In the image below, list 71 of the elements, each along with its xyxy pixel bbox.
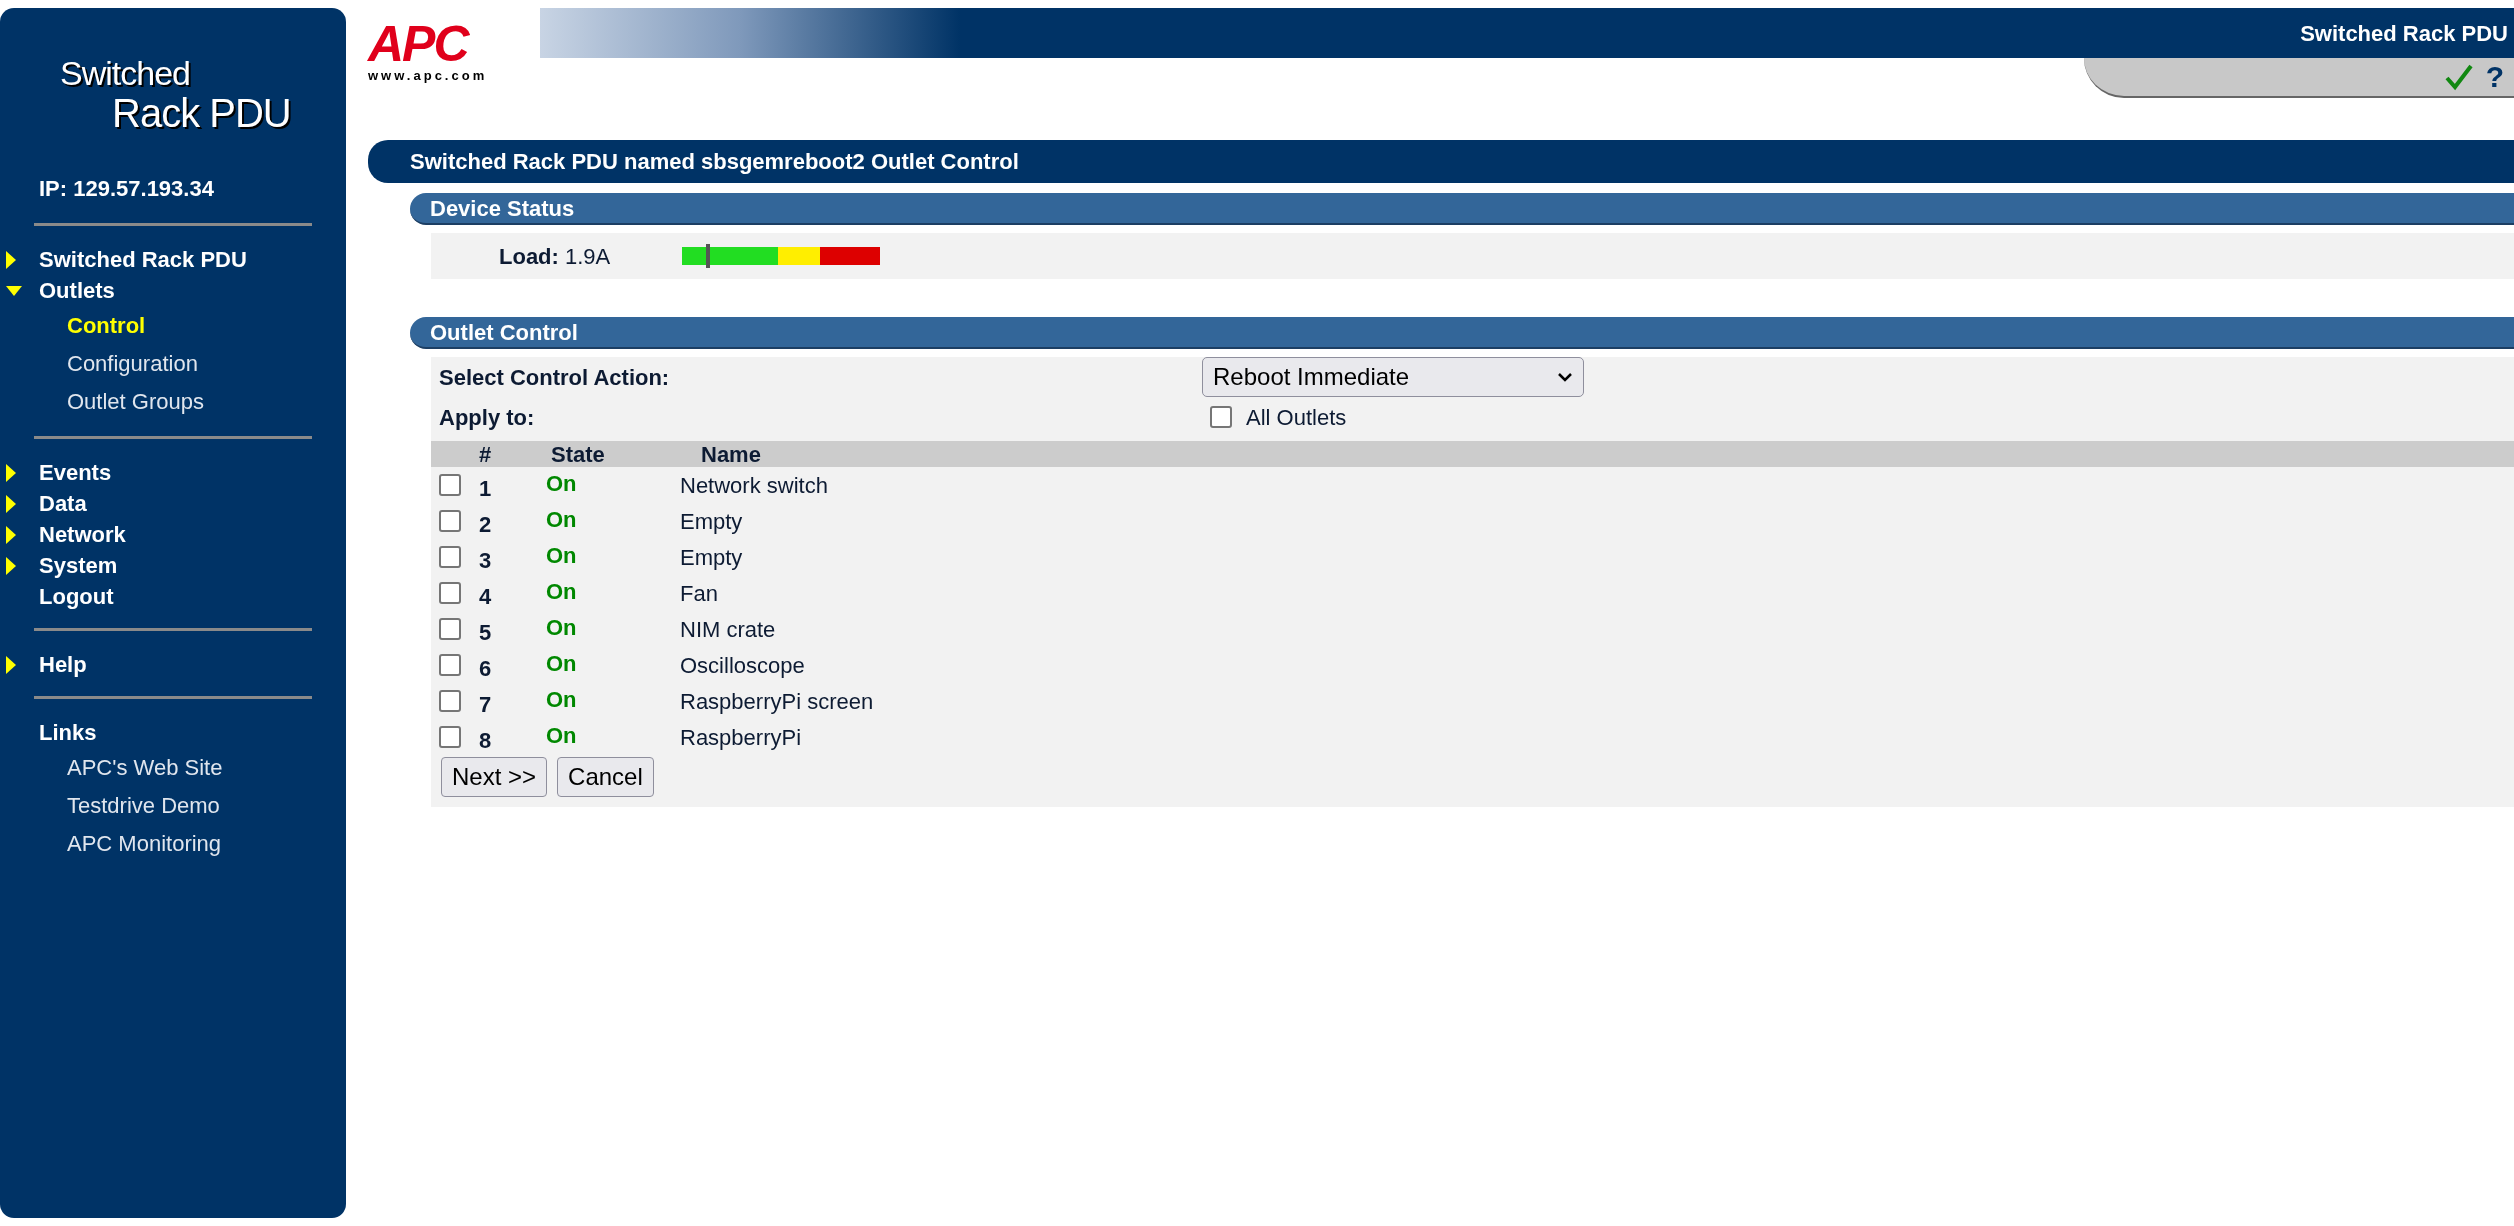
- logo-text: Switched: [60, 54, 191, 92]
- field-label: Select Control Action:: [439, 363, 671, 392]
- outlet-state: On: [546, 469, 578, 498]
- sidebar-submenu-item[interactable]: Testdrive Demo: [67, 786, 346, 824]
- checkbox[interactable]: [439, 546, 461, 568]
- page-title: Switched Rack PDU named sbsgemreboot2 Outlet Control: [410, 148, 1019, 176]
- outlet-number: 5: [478, 618, 493, 647]
- checkbox[interactable]: [439, 618, 461, 640]
- outlet-name: Empty: [680, 543, 743, 572]
- chevron-down-icon: [1557, 372, 1573, 382]
- meter-segment: [820, 247, 881, 265]
- sidebar-menu-item[interactable]: Help: [39, 648, 87, 681]
- sidebar-heading: Links: [39, 719, 97, 747]
- section-title: Device Status: [430, 194, 575, 223]
- checkbox[interactable]: [439, 690, 461, 712]
- outlet-number: 2: [478, 510, 493, 539]
- sidebar-menu-item[interactable]: Outlets: [39, 274, 115, 307]
- control-action-dropdown[interactable]: Reboot Immediate: [1202, 357, 1584, 397]
- outlet-state: On: [546, 577, 578, 606]
- checkbox[interactable]: [439, 582, 461, 604]
- outlet-name: Oscilloscope: [680, 651, 805, 680]
- sidebar-menu-item[interactable]: Switched Rack PDU: [39, 243, 247, 276]
- sidebar-submenu-item[interactable]: Outlet Groups: [67, 382, 346, 420]
- outlet-state: On: [546, 541, 578, 570]
- outlet-name: RaspberryPi: [680, 723, 802, 752]
- outlet-number: 1: [478, 474, 493, 503]
- sidebar-menu-item[interactable]: System: [39, 549, 118, 582]
- field-label: Apply to:: [439, 403, 536, 432]
- product-name: Switched Rack PDU: [2300, 19, 2508, 48]
- outlet-name: RaspberryPi screen: [680, 687, 874, 716]
- sidebar-menu-item[interactable]: Events: [39, 456, 112, 489]
- outlet-state: On: [546, 649, 578, 678]
- outlet-number: 7: [478, 690, 493, 719]
- logo: APC: [368, 22, 470, 66]
- ip-address: IP: 129.57.193.34: [38, 175, 215, 203]
- sidebar-submenu-item[interactable]: APC Monitoring: [67, 824, 346, 862]
- sidebar-menu-item[interactable]: Data: [39, 487, 87, 520]
- outlet-number: 3: [478, 546, 493, 575]
- column-header: #: [479, 440, 493, 469]
- sidebar-menu-item[interactable]: Logout: [39, 580, 114, 613]
- column-header: Name: [701, 440, 761, 469]
- cancel-button[interactable]: Cancel: [557, 757, 654, 797]
- help-link[interactable]: ?: [2485, 62, 2504, 92]
- outlet-state: On: [546, 613, 578, 642]
- checkbox[interactable]: [1210, 406, 1232, 428]
- checkbox[interactable]: [439, 510, 461, 532]
- next-button[interactable]: Next >>: [441, 757, 548, 797]
- outlet-state: On: [546, 685, 578, 714]
- outlet-name: NIM crate: [680, 615, 776, 644]
- section-title: Outlet Control: [430, 318, 578, 347]
- logo-text: Rack PDU: [111, 92, 292, 134]
- checkbox-label: All Outlets: [1246, 403, 1347, 432]
- logo-url: www.apc.com: [368, 67, 489, 85]
- outlet-number: 8: [478, 726, 493, 755]
- load-reading: Load: 1.9A: [499, 242, 611, 271]
- checkbox[interactable]: [439, 474, 461, 496]
- outlet-number: 6: [478, 654, 493, 683]
- sidebar-submenu-item[interactable]: Configuration: [67, 344, 346, 382]
- sidebar-submenu-item[interactable]: APC's Web Site: [67, 748, 346, 786]
- sidebar-menu-item[interactable]: Network: [39, 518, 126, 551]
- column-header: State: [551, 440, 606, 469]
- outlet-name: Network switch: [680, 471, 828, 500]
- outlet-number: 4: [478, 582, 493, 611]
- sidebar-submenu-item[interactable]: Control: [67, 306, 346, 344]
- checkmark-icon: [2443, 63, 2474, 91]
- outlet-state: On: [546, 505, 578, 534]
- checkbox[interactable]: [439, 654, 461, 676]
- outlet-name: Fan: [680, 579, 718, 608]
- checkbox[interactable]: [439, 726, 461, 748]
- outlet-state: On: [546, 721, 578, 750]
- outlet-name: Empty: [680, 507, 743, 536]
